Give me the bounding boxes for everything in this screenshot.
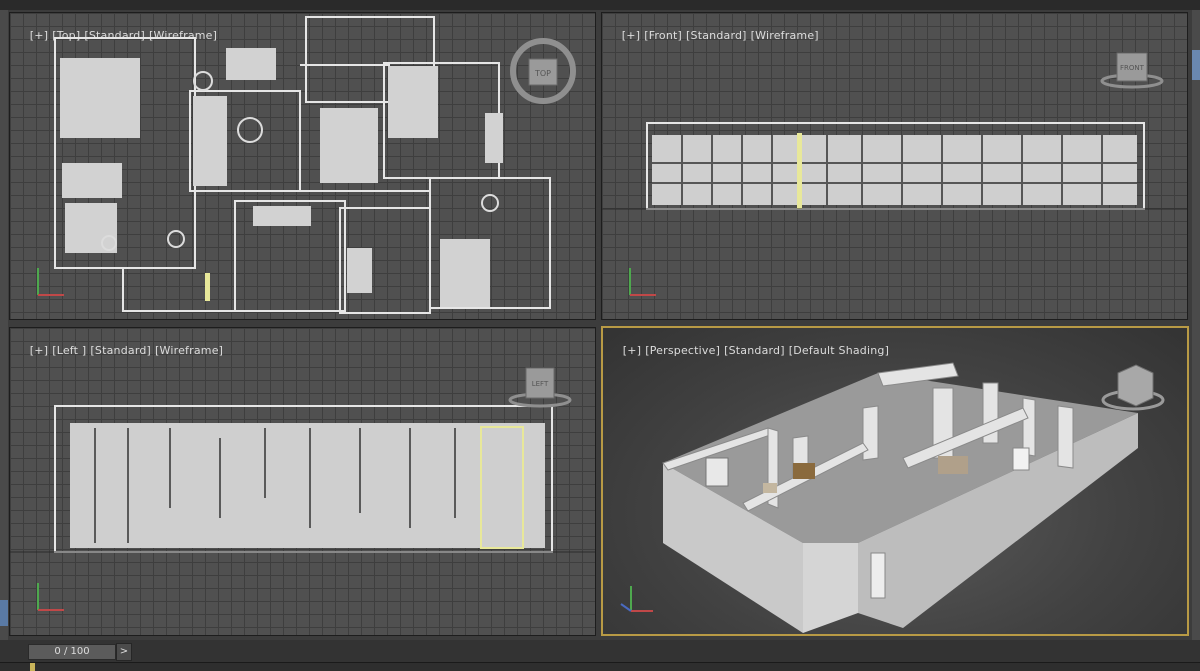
- left-panel-strip: [0, 10, 8, 640]
- menu-bar: [0, 0, 1200, 10]
- perspective-3d-model: [620, 362, 1165, 633]
- top-floorplan-drawing: TOP: [37, 16, 576, 314]
- viewcube-label: LEFT: [532, 380, 549, 388]
- left-panel-tab[interactable]: [0, 600, 8, 626]
- viewport-top[interactable]: [+] [Top] [Standard] [Wireframe] TOP: [9, 12, 596, 320]
- viewcube-label: FRONT: [1120, 64, 1145, 72]
- axis-tripod-icon: [620, 586, 653, 612]
- viewport-left[interactable]: [+] [Left ] [Standard] [Wireframe] LEFT: [9, 327, 596, 636]
- viewport-front[interactable]: [+] [Front] [Standard] [Wireframe] FRONT: [601, 12, 1188, 320]
- time-slider[interactable]: 0 / 100: [28, 644, 116, 660]
- axis-tripod-icon: [629, 268, 656, 296]
- next-frame-button[interactable]: >: [116, 643, 132, 661]
- right-panel-strip: [1192, 10, 1200, 640]
- left-elevation-drawing: LEFT: [10, 367, 595, 611]
- viewport-perspective[interactable]: [+] [Perspective] [Standard] [Default Shadi…: [601, 326, 1189, 636]
- front-elevation-drawing: FRONT: [602, 52, 1187, 296]
- command-panel-tab[interactable]: [1192, 50, 1200, 80]
- viewcube-label: TOP: [534, 69, 551, 78]
- viewcube-compass[interactable]: [1101, 364, 1165, 411]
- axis-tripod-icon: [37, 583, 64, 611]
- axis-tripod-icon: [37, 268, 64, 296]
